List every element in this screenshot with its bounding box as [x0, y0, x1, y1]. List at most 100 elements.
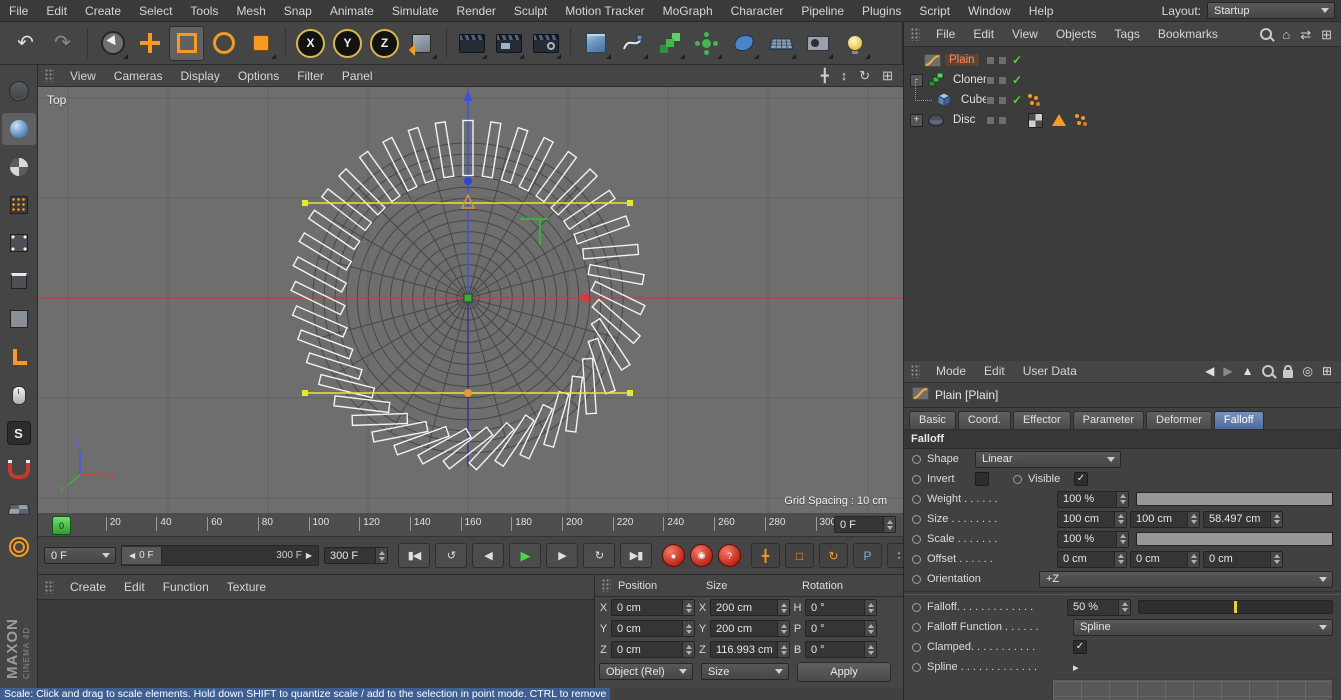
position-z-field[interactable]: 0 cm [611, 641, 695, 658]
record-keyframe-button[interactable]: ● [662, 544, 685, 567]
om-menu-view[interactable]: View [1003, 23, 1047, 45]
menu-pipeline[interactable]: Pipeline [792, 0, 853, 22]
points-mode-button[interactable] [2, 227, 36, 259]
stepper-icon[interactable] [864, 642, 876, 657]
menu-help[interactable]: Help [1020, 0, 1063, 22]
offset-y-field[interactable]: 0 cm [1130, 551, 1200, 568]
make-editable-button[interactable] [2, 75, 36, 107]
goto-end-button[interactable]: ▶▮ [620, 543, 652, 568]
phong-tag-icon[interactable] [1052, 114, 1066, 126]
timeline-tick[interactable]: 120 [359, 517, 380, 531]
viewport-menu-panel[interactable]: Panel [333, 65, 382, 87]
stepper-icon[interactable] [777, 642, 789, 657]
keyframe-dot-icon[interactable] [912, 535, 921, 544]
keyframe-dot-icon[interactable] [912, 475, 921, 484]
menu-tools[interactable]: Tools [181, 0, 227, 22]
timeline-tick[interactable]: 140 [410, 517, 431, 531]
search-icon[interactable] [1260, 28, 1272, 40]
viewport-menu-filter[interactable]: Filter [288, 65, 333, 87]
object-name[interactable]: Cloner [949, 74, 991, 86]
stepper-icon[interactable] [864, 621, 876, 636]
menu-character[interactable]: Character [722, 0, 793, 22]
stepper-icon[interactable] [883, 517, 895, 532]
panel-grip-icon[interactable] [911, 28, 920, 41]
object-name[interactable]: Plain [945, 54, 979, 66]
menu-script[interactable]: Script [910, 0, 959, 22]
last-tool-button[interactable] [243, 26, 278, 61]
keyframe-dot-icon[interactable] [912, 455, 921, 464]
lock-icon[interactable] [1283, 370, 1293, 378]
mograph-effector-button[interactable] [689, 26, 724, 61]
scale-field[interactable]: 100 % [1057, 531, 1129, 548]
add-cube-button[interactable] [578, 26, 613, 61]
visibility-toggles[interactable] [986, 76, 1007, 85]
timeline-frame-field[interactable]: 0 F [834, 516, 896, 533]
preview-range-slider[interactable]: ◀0 F 300 F▶ [121, 545, 319, 566]
menu-animate[interactable]: Animate [321, 0, 383, 22]
stepper-icon[interactable] [1114, 512, 1126, 527]
stepper-icon[interactable] [1116, 532, 1128, 547]
spline-graph[interactable]: 0.8 [1052, 679, 1333, 700]
menu-plugins[interactable]: Plugins [853, 0, 910, 22]
object-row-cube[interactable]: Cube ✓ [904, 90, 1341, 110]
texture-mode-button[interactable] [2, 151, 36, 183]
redo-button[interactable]: ↷ [45, 26, 80, 61]
target-icon[interactable]: ◎ [1302, 365, 1312, 377]
keyframe-dot-icon[interactable] [912, 643, 921, 652]
x-axis-lock-button[interactable]: X [293, 26, 328, 61]
tweak-mode-button[interactable] [2, 379, 36, 411]
offset-z-field[interactable]: 0 cm [1203, 551, 1283, 568]
keyframe-dot-icon[interactable] [912, 555, 921, 564]
tab-coord[interactable]: Coord. [958, 411, 1011, 429]
viewport-menu-view[interactable]: View [61, 65, 105, 87]
dolly-view-icon[interactable]: ↕ [841, 69, 848, 82]
viewport-menu-options[interactable]: Options [229, 65, 288, 87]
panel-grip-icon[interactable] [45, 69, 54, 82]
panel-grip-icon[interactable] [45, 581, 54, 594]
range-end-handle[interactable]: 300 F▶ [276, 550, 318, 561]
enable-snap-button[interactable] [2, 455, 36, 487]
tab-effector[interactable]: Effector [1013, 411, 1071, 429]
rotation-p-field[interactable]: 0 ° [805, 620, 877, 637]
menu-window[interactable]: Window [959, 0, 1020, 22]
keyframe-dot-icon[interactable] [912, 495, 921, 504]
visibility-toggles[interactable] [986, 56, 1007, 65]
position-x-field[interactable]: 0 cm [611, 599, 695, 616]
end-frame-field[interactable]: 300 F [324, 547, 388, 564]
new-panel-icon[interactable]: ⊞ [1321, 28, 1332, 41]
timeline-tick[interactable]: 180 [511, 517, 532, 531]
position-y-field[interactable]: 0 cm [611, 620, 695, 637]
om-menu-edit[interactable]: Edit [964, 23, 1003, 45]
search-icon[interactable] [1262, 365, 1274, 377]
menu-file[interactable]: File [0, 0, 37, 22]
snap-settings-button[interactable]: S [2, 417, 36, 449]
spline-expand-icon[interactable]: ▸ [1073, 661, 1079, 674]
new-panel-icon[interactable]: ⊞ [1322, 365, 1332, 377]
viewport[interactable]: ZXY Top Grid Spacing : 10 cm [38, 87, 903, 513]
stepper-icon[interactable] [777, 600, 789, 615]
rotation-h-field[interactable]: 0 ° [805, 599, 877, 616]
object-row-plain[interactable]: Plain ✓ [904, 50, 1341, 70]
object-list[interactable]: Plain ✓ - Cloner ✓ Cube ✓ [904, 47, 1341, 361]
stepper-icon[interactable] [1270, 552, 1282, 567]
timeline-tick[interactable]: 60 [207, 517, 222, 531]
timeline-ruler[interactable]: 0 02040608010012014016018020022024026028… [38, 513, 903, 537]
stepper-icon[interactable] [682, 600, 694, 615]
material-menu-function[interactable]: Function [154, 576, 218, 598]
apply-button[interactable]: Apply [797, 662, 891, 682]
stepper-icon[interactable] [1116, 492, 1128, 507]
om-menu-file[interactable]: File [927, 23, 964, 45]
key-scale-toggle[interactable]: □ [785, 543, 814, 568]
am-menu-edit[interactable]: Edit [975, 360, 1014, 382]
key-rotation-toggle[interactable]: ↻ [819, 543, 848, 568]
key-parameter-toggle[interactable]: P [853, 543, 882, 568]
stepper-icon[interactable] [1187, 552, 1199, 567]
stepper-icon[interactable] [682, 642, 694, 657]
panel-grip-icon[interactable] [911, 365, 920, 378]
keyframe-dot-icon[interactable] [912, 603, 921, 612]
previous-frame-button[interactable]: ◀ [472, 543, 504, 568]
tab-parameter[interactable]: Parameter [1073, 411, 1144, 429]
y-axis-lock-button[interactable]: Y [330, 26, 365, 61]
menu-create[interactable]: Create [76, 0, 130, 22]
stepper-icon[interactable] [682, 621, 694, 636]
